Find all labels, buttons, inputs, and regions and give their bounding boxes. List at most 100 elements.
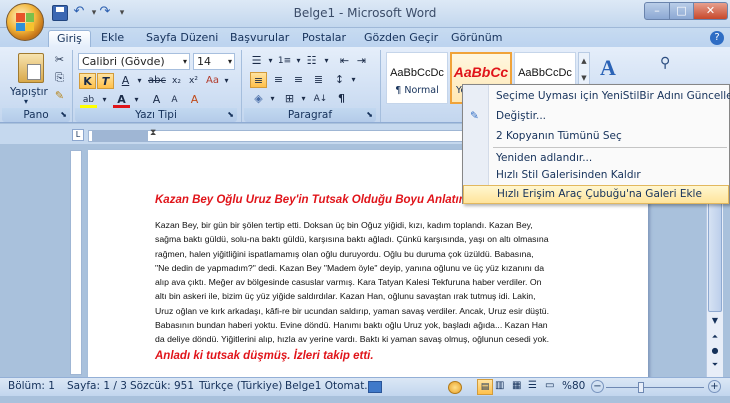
group-label-paragraph: Paragraf ⬊ <box>244 108 376 122</box>
increase-indent-icon[interactable]: ⇥ <box>353 53 370 69</box>
help-icon[interactable]: ? <box>710 31 724 45</box>
menu-item-label: 2 Kopyanın Tümünü Seç <box>496 130 622 142</box>
document-heading[interactable]: Kazan Bey Oğlu Uruz Bey'in Tutsak Olduğu… <box>155 194 467 206</box>
chevron-down-icon[interactable]: ▾ <box>228 54 232 69</box>
font-family-value: Calibri (Gövde) <box>82 55 165 68</box>
scroll-down-icon[interactable]: ▼ <box>708 316 722 328</box>
zoom-slider-track[interactable] <box>606 387 704 388</box>
menu-item-modify[interactable]: ✎ Değiştir... <box>463 106 729 126</box>
zoom-out-button[interactable]: − <box>591 380 604 393</box>
tab-giris[interactable]: Giriş <box>48 30 91 47</box>
align-center-icon[interactable]: ≡ <box>270 72 287 88</box>
zoom-in-button[interactable]: + <box>708 380 721 393</box>
print-layout-view-icon[interactable]: ▤ <box>477 379 493 395</box>
tab-sayfa-duzeni[interactable]: Sayfa Düzeni <box>138 30 226 47</box>
style-normal[interactable]: AaBbCcDc ¶ Normal <box>386 52 448 104</box>
chevron-down-icon[interactable]: ▾ <box>295 91 312 107</box>
status-language[interactable]: Türkçe (Türkiye) <box>199 380 282 392</box>
status-page[interactable]: Sayfa: 1 / 3 <box>67 380 127 392</box>
status-words[interactable]: Sözcük: 951 <box>130 380 194 392</box>
status-document[interactable]: Belge1 Otomat... <box>285 380 374 392</box>
document-closing-line[interactable]: Anladı ki tutsak düşmüş. İzleri takip et… <box>155 350 374 362</box>
office-button[interactable] <box>6 3 44 41</box>
grow-font-icon[interactable]: A <box>148 92 165 108</box>
sort-icon[interactable]: A↓ <box>312 91 329 107</box>
highlight-icon[interactable]: ab <box>80 92 97 108</box>
font-size-combo[interactable]: 14 ▾ <box>193 53 235 70</box>
subscript-icon[interactable]: x₂ <box>168 73 185 89</box>
tab-gozden-gecir[interactable]: Gözden Geçir <box>356 30 446 47</box>
style-name: ¶ Normal <box>395 85 439 96</box>
previous-page-icon[interactable]: ⏶ <box>708 332 722 344</box>
paste-button[interactable]: Yapıştır <box>10 86 48 98</box>
dialog-launcher-icon[interactable]: ⬊ <box>60 108 67 122</box>
menu-item-add-gallery-to-qat[interactable]: Hızlı Erişim Araç Çubuğu'na Galeri Ekle <box>463 185 729 204</box>
font-size-value: 14 <box>197 55 211 68</box>
outline-view-icon[interactable]: ☰ <box>528 380 537 391</box>
clipboard-label: Pano <box>23 109 49 121</box>
menu-item-label: Seçime Uyması için YeniStilBir Adını Gün… <box>496 90 730 102</box>
chevron-down-icon[interactable]: ▾ <box>318 53 335 69</box>
indent-marker-icon[interactable]: ⧗ <box>150 128 156 138</box>
select-browse-object-icon[interactable]: ● <box>708 346 722 358</box>
tab-gorunum[interactable]: Görünüm <box>443 30 510 47</box>
chevron-down-icon[interactable]: ▾ <box>128 92 145 108</box>
full-screen-reading-icon[interactable]: ▥ <box>495 380 504 391</box>
paragraph-line: "Ne dedin de yapmadım?" dedi. Kazan Bey … <box>155 262 545 273</box>
justify-icon[interactable]: ≣ <box>310 72 327 88</box>
close-button[interactable]: ✕ <box>693 2 728 20</box>
document-paragraph[interactable]: Kazan Bey, bir gün bir şölen tertip etti… <box>155 218 585 347</box>
dialog-launcher-icon[interactable]: ⬊ <box>366 108 373 122</box>
paragraph-line: Babasının bundan haberi yoktu. Evine dön… <box>155 320 548 331</box>
cut-icon[interactable]: ✂ <box>51 52 68 68</box>
align-right-icon[interactable]: ≡ <box>290 72 307 88</box>
shrink-font-icon[interactable]: A <box>166 92 183 108</box>
tab-ekle[interactable]: Ekle <box>93 30 132 47</box>
tab-basvurular[interactable]: Başvurular <box>222 30 297 47</box>
underline-dropdown-icon[interactable]: ▾ <box>131 73 148 89</box>
chevron-down-icon[interactable]: ▾ <box>96 92 113 108</box>
chevron-down-icon[interactable]: ▾ <box>345 72 362 88</box>
show-formatting-icon[interactable]: ¶ <box>333 91 350 107</box>
web-layout-icon[interactable]: ▦ <box>512 380 521 391</box>
maximize-button[interactable]: □ <box>669 2 694 20</box>
paragraph-line: sağma baktı güldü, solu-na baktı güldü, … <box>155 234 549 245</box>
tab-selector-icon[interactable]: L <box>72 129 84 141</box>
style-context-menu: Seçime Uyması için YeniStilBir Adını Gün… <box>462 84 730 204</box>
align-left-icon[interactable]: ≡ <box>250 72 267 88</box>
macro-record-icon[interactable] <box>368 381 382 393</box>
chevron-down-icon[interactable]: ▾ <box>183 54 187 69</box>
decrease-indent-icon[interactable]: ⇤ <box>336 53 353 69</box>
copy-icon[interactable]: ⎘ <box>51 70 68 86</box>
menu-item-remove-from-gallery[interactable]: Hızlı Stil Galerisinden Kaldır <box>463 165 729 185</box>
menu-item-update-style[interactable]: Seçime Uyması için YeniStilBir Adını Gün… <box>463 86 730 106</box>
menu-item-label: Değiştir... <box>496 110 546 122</box>
chevron-down-icon[interactable]: ▾ <box>264 91 281 107</box>
italic-button[interactable]: T <box>97 73 114 89</box>
zoom-level[interactable]: %80 <box>562 380 585 392</box>
superscript-icon[interactable]: x² <box>185 73 202 89</box>
strikethrough-icon[interactable]: abc <box>148 73 166 89</box>
change-styles-icon[interactable]: A <box>600 55 616 81</box>
tab-postalar[interactable]: Postalar <box>294 30 354 47</box>
format-painter-icon[interactable]: ✎ <box>51 88 68 104</box>
paste-icon[interactable] <box>18 53 44 83</box>
chevron-down-icon[interactable]: ▾ <box>218 73 235 89</box>
spellcheck-status-icon[interactable] <box>448 381 462 394</box>
dialog-launcher-icon[interactable]: ⬊ <box>227 108 234 122</box>
next-page-icon[interactable]: ⏷ <box>708 360 722 372</box>
bold-button[interactable]: K <box>79 73 96 89</box>
paste-dropdown-icon[interactable]: ▾ <box>24 97 28 106</box>
menu-item-select-all[interactable]: 2 Kopyanın Tümünü Seç <box>463 126 729 146</box>
find-icon[interactable]: ⚲ <box>660 55 670 71</box>
zoom-slider-thumb[interactable] <box>638 382 644 393</box>
clear-formatting-icon[interactable]: A <box>186 92 203 108</box>
font-group-label: Yazı Tipi <box>135 109 177 121</box>
modify-style-icon: ✎ <box>470 110 479 122</box>
draft-view-icon[interactable]: ▭ <box>545 380 554 391</box>
style-preview: AaBbCcDc <box>518 67 572 79</box>
minimize-button[interactable]: – <box>644 2 670 20</box>
vertical-ruler[interactable] <box>70 150 82 375</box>
font-family-combo[interactable]: Calibri (Gövde) ▾ <box>78 53 190 70</box>
status-section[interactable]: Bölüm: 1 <box>8 380 55 392</box>
